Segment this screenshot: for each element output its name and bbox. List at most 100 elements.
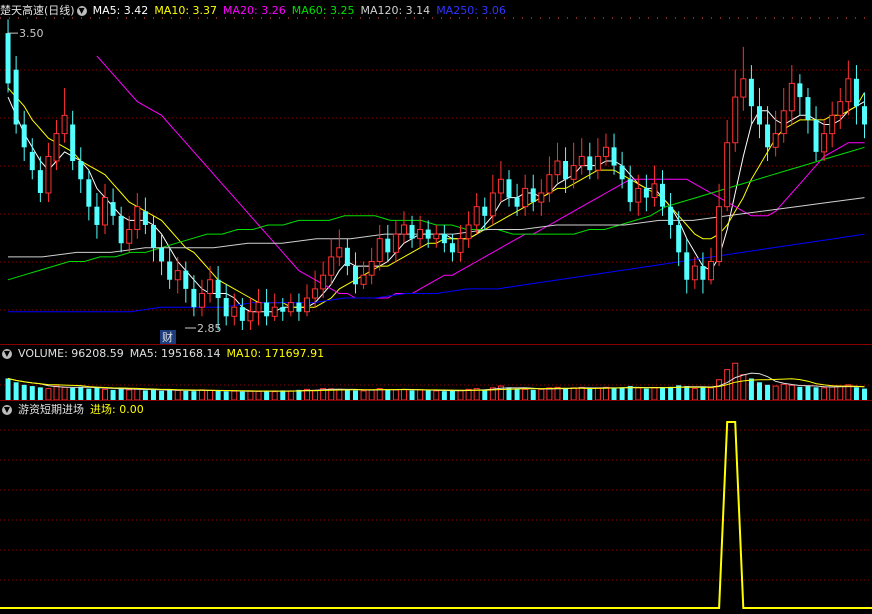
candle	[174, 256, 181, 294]
volume-bars	[5, 362, 868, 401]
volume-bar	[134, 388, 141, 401]
candle	[594, 138, 601, 180]
candle	[134, 192, 141, 239]
candle	[862, 92, 868, 139]
candle-body	[627, 179, 633, 203]
volume-bar	[385, 389, 391, 400]
candle-body	[740, 78, 747, 98]
volume-bar	[174, 389, 181, 401]
ma20-label: MA20: 3.26	[223, 4, 286, 17]
stock-chart[interactable]: 3.50 2.85 财	[0, 0, 872, 614]
volume-bar	[587, 388, 593, 400]
candle	[660, 170, 666, 216]
volume-bar	[813, 387, 819, 400]
candle	[708, 247, 714, 285]
candle-body	[344, 247, 350, 267]
candle	[765, 106, 771, 162]
candle-body	[465, 224, 472, 240]
candle-body	[296, 302, 302, 312]
candle-body	[684, 252, 690, 280]
volume-bar	[13, 382, 19, 400]
candle-body	[142, 211, 148, 225]
stock-name[interactable]: 楚天高速	[0, 4, 44, 18]
candle-body	[732, 96, 739, 144]
volume-bar	[198, 389, 205, 401]
volume-bar	[94, 387, 100, 400]
candle-body	[482, 206, 488, 216]
candle-body	[102, 197, 108, 226]
volume-bar	[756, 382, 762, 400]
dropdown-icon[interactable]: ▼	[2, 349, 12, 359]
panel-divider	[0, 344, 872, 345]
candle	[376, 224, 383, 271]
candle-body	[70, 124, 76, 162]
candle-body	[506, 179, 512, 198]
candle-body	[45, 155, 52, 194]
volume-bar	[563, 388, 569, 400]
volume-bar	[837, 385, 844, 401]
ma120-label: MA120: 3.14	[360, 4, 431, 17]
candle-body	[724, 142, 731, 208]
signal-legend: ▼ 游资短期进场 进场: 0.00	[0, 403, 150, 417]
volume-bar	[449, 390, 455, 400]
candle	[198, 279, 205, 317]
volume-bar	[247, 390, 254, 401]
candle	[514, 183, 520, 216]
dropdown-icon[interactable]: ▼	[2, 405, 12, 415]
volume-bar	[716, 379, 723, 401]
candle-body	[611, 147, 617, 166]
candle	[70, 110, 76, 171]
candle-body	[150, 224, 156, 248]
candle	[668, 192, 674, 239]
volume-bar	[167, 389, 173, 400]
volume-bar	[765, 384, 771, 400]
volume-bar	[118, 388, 124, 400]
candle-body	[602, 146, 609, 157]
candle-body	[78, 161, 84, 180]
candle	[643, 174, 649, 212]
candle-body	[651, 183, 658, 199]
volume-bar	[53, 385, 60, 401]
candle	[676, 211, 682, 267]
volume-bar	[578, 386, 585, 401]
candles	[5, 19, 868, 330]
candle-body	[392, 233, 399, 253]
candle-body	[29, 151, 35, 171]
ma60-label: MA60: 3.25	[291, 4, 355, 17]
candle	[336, 229, 343, 267]
candle-body	[360, 274, 367, 285]
candle-body	[385, 238, 391, 253]
candle	[150, 215, 156, 262]
candle-body	[862, 106, 868, 125]
candle	[287, 293, 294, 317]
candle	[392, 220, 399, 262]
volume-bar	[643, 388, 649, 400]
candle	[538, 179, 545, 216]
candle	[578, 138, 585, 175]
volume-bar	[255, 390, 262, 401]
candle-body	[853, 78, 859, 107]
volume-bar	[239, 391, 245, 400]
candle	[546, 156, 553, 203]
candle	[231, 293, 238, 326]
candle	[21, 110, 27, 162]
candle	[805, 87, 811, 134]
dropdown-icon[interactable]: ▼	[76, 6, 87, 16]
candle	[845, 60, 852, 116]
candle-body	[191, 288, 197, 308]
candle-body	[328, 256, 335, 276]
candle	[829, 101, 836, 148]
candle	[183, 261, 189, 303]
candle	[264, 288, 270, 326]
volume-bar	[433, 390, 440, 401]
candle-body	[247, 311, 254, 322]
candle-body	[748, 78, 754, 107]
candle	[563, 147, 569, 193]
candle-body	[546, 174, 553, 194]
volume-bar	[482, 389, 488, 400]
volume-bar	[635, 387, 642, 401]
candle-body	[409, 224, 415, 239]
volume-bar	[271, 391, 278, 401]
candle-body	[239, 307, 245, 321]
candle	[94, 192, 100, 239]
